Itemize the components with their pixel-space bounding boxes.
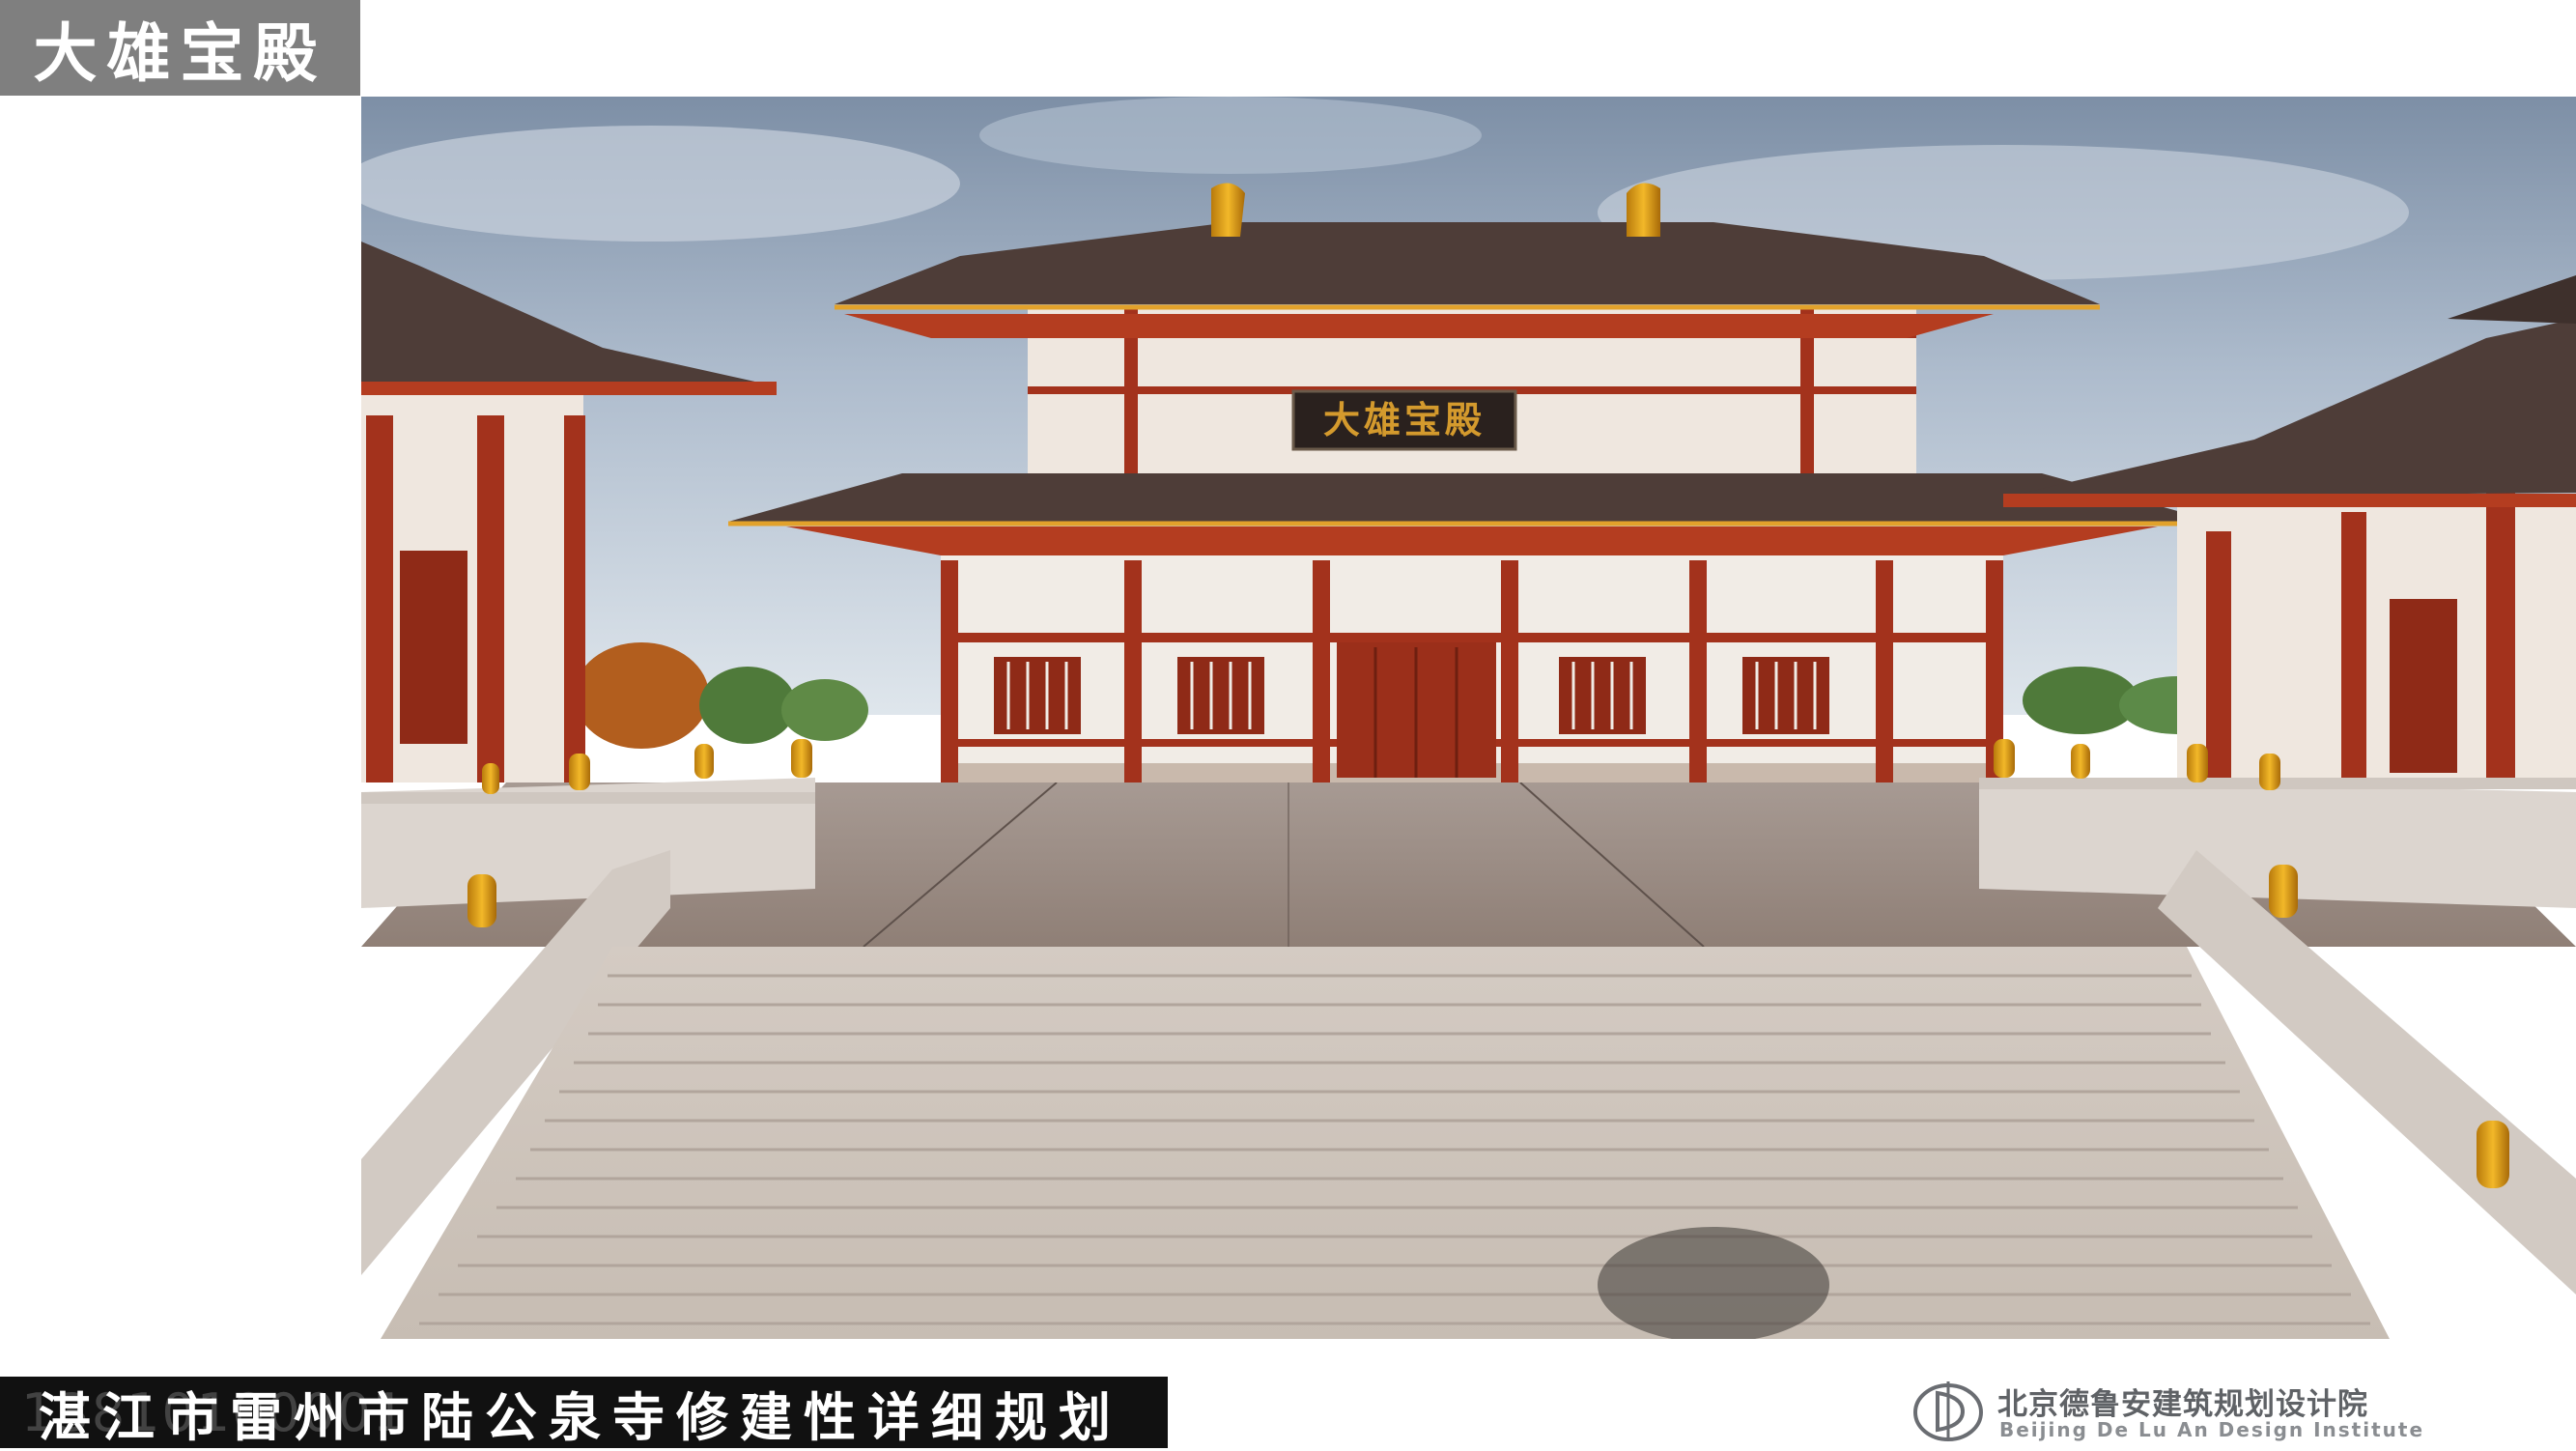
slide-title: 大雄宝殿 (0, 0, 360, 96)
institute-logo-icon (1911, 1376, 1986, 1445)
main-hall: 大雄宝殿 (728, 183, 2216, 782)
institute-name-cn: 北京德鲁安建筑规划设计院 (1997, 1387, 2368, 1422)
project-title: 湛江市雷州市陆公泉寺修建性详细规划 (39, 1386, 1122, 1448)
hall-plaque-text: 大雄宝殿 (1323, 398, 1486, 441)
temple-render-image: 大雄宝殿 (361, 97, 2576, 1339)
tree-shadow (1598, 1227, 1829, 1339)
institute-name-en: Beijing De Lu An Design Institute (1999, 1418, 2425, 1441)
